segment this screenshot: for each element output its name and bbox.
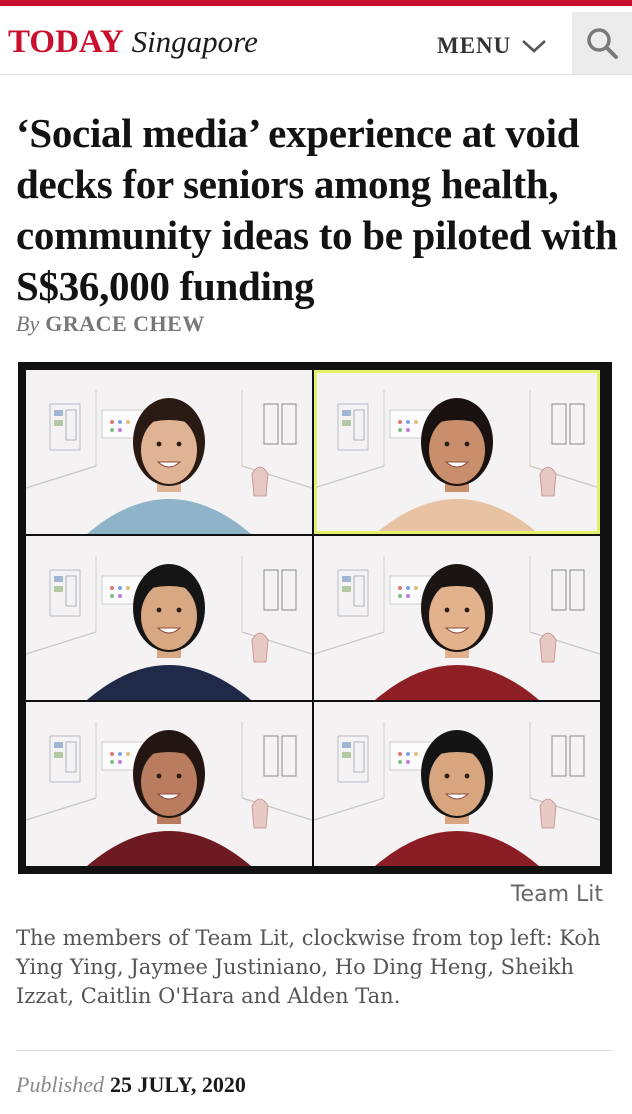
article-photo xyxy=(18,362,612,874)
video-tile xyxy=(26,536,312,700)
participant-video xyxy=(26,390,312,534)
divider xyxy=(16,1050,612,1051)
video-tile xyxy=(314,370,600,534)
search-button[interactable] xyxy=(572,12,632,74)
video-tile xyxy=(314,536,600,700)
participant-video xyxy=(26,722,312,866)
menu-label: MENU xyxy=(437,33,512,58)
participant-video xyxy=(26,556,312,700)
byline-prefix: By xyxy=(16,311,40,336)
article-headline: ‘Social media’ experience at void decks … xyxy=(16,110,618,309)
brand-secondary: Singapore xyxy=(131,24,258,59)
byline: By GRACE CHEW xyxy=(16,311,205,337)
participant-video xyxy=(314,556,600,700)
chevron-down-icon xyxy=(522,40,547,53)
published-label: Published xyxy=(16,1072,104,1097)
photo-caption: The members of Team Lit, clockwise from … xyxy=(16,926,601,1008)
search-icon xyxy=(587,28,618,59)
published-info: Published 25 JULY, 2020 xyxy=(16,1072,246,1098)
site-logo[interactable]: TODAY Singapore xyxy=(8,24,258,61)
brand-primary: TODAY xyxy=(8,24,124,60)
participant-video xyxy=(314,390,600,534)
video-tile xyxy=(26,370,312,534)
photo-credit: Team Lit xyxy=(510,882,603,907)
video-tile xyxy=(26,702,312,866)
menu-button[interactable]: MENU xyxy=(437,26,547,66)
published-date: 25 JULY, 2020 xyxy=(110,1072,246,1097)
video-tile xyxy=(314,702,600,866)
site-header: TODAY Singapore MENU xyxy=(0,6,632,75)
participant-video xyxy=(314,722,600,866)
author-link[interactable]: GRACE CHEW xyxy=(45,311,205,336)
